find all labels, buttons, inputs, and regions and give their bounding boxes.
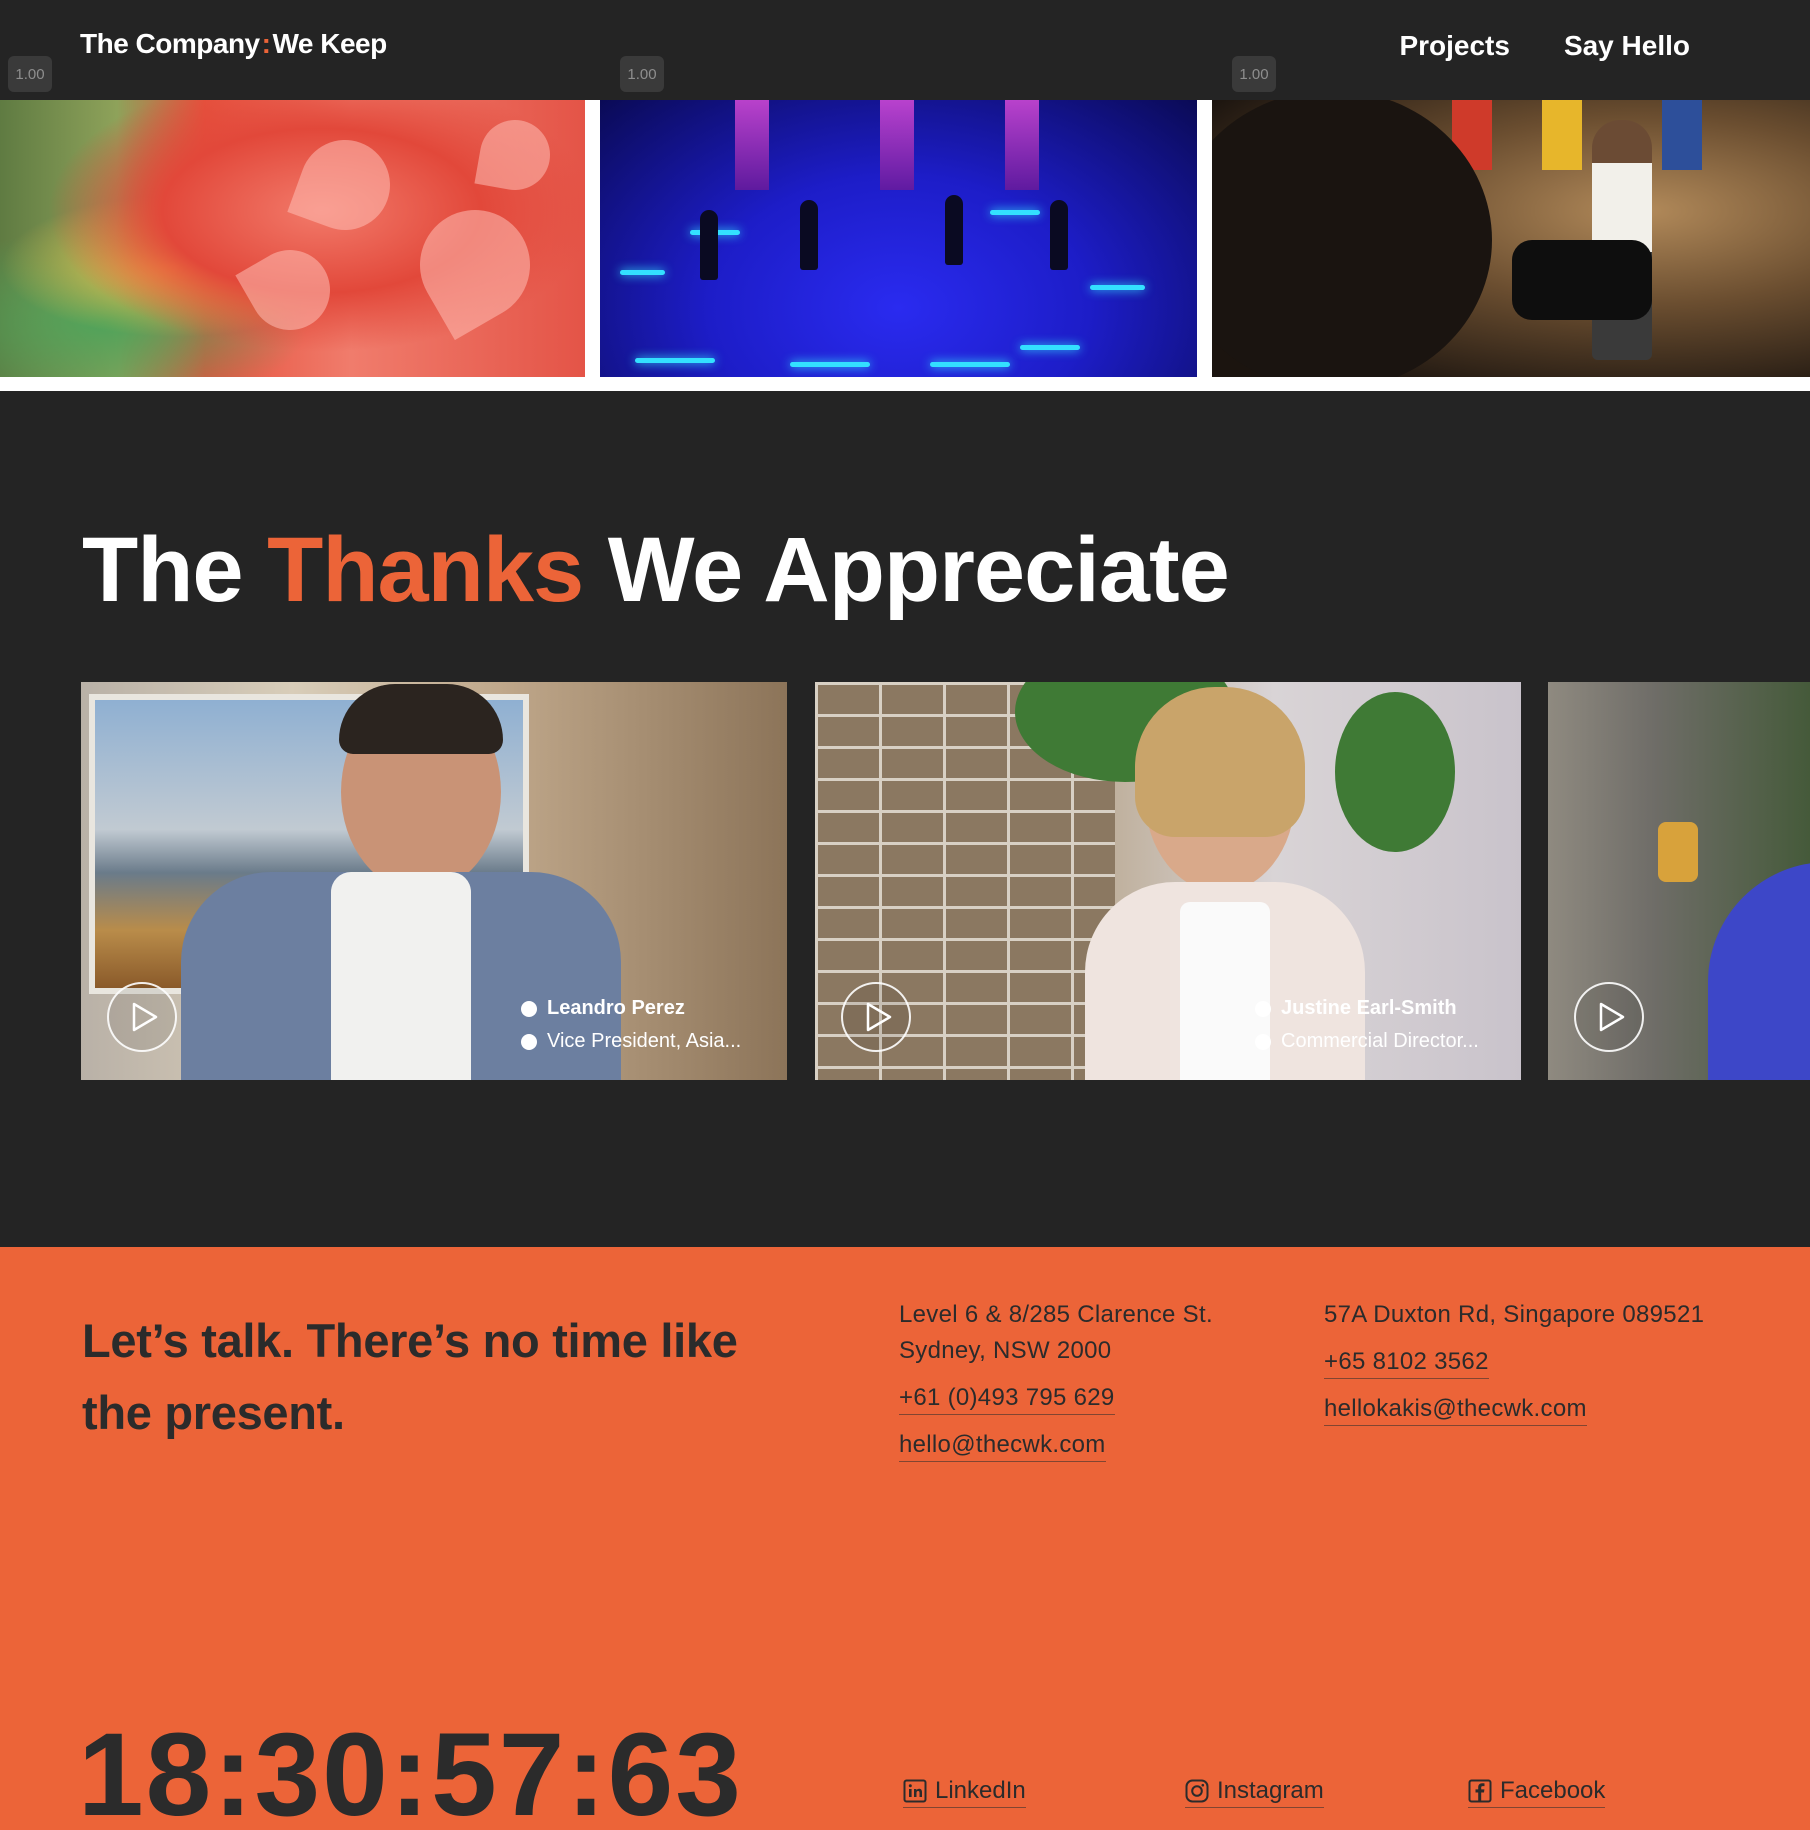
play-video-button[interactable] [107, 982, 177, 1052]
instagram-icon [1185, 1779, 1209, 1803]
office-singapore: 57A Duxton Rd, Singapore 089521 +65 8102… [1324, 1297, 1704, 1427]
testimonial-carousel[interactable]: Leandro Perez Vice President, Asia... Ju… [81, 682, 1810, 1080]
linkedin-link[interactable]: LinkedIn [903, 1775, 1026, 1808]
band-member-figure [1050, 200, 1068, 270]
logo-separator: : [261, 28, 271, 59]
petal-shape [235, 235, 345, 345]
bullet-dot [1255, 1000, 1271, 1017]
linkedin-icon [903, 1779, 927, 1803]
person-shirt [331, 872, 471, 1080]
play-video-button[interactable] [1574, 982, 1644, 1052]
playback-speed-badge: 1.00 [620, 56, 664, 92]
project-tile-video[interactable] [0, 100, 585, 377]
testimonial-name: Leandro Perez [547, 997, 685, 1019]
playback-speed-badge: 1.00 [8, 56, 52, 92]
nav-projects-link[interactable]: Projects [1399, 30, 1510, 62]
testimonial-role: Commercial Director... [1281, 1030, 1479, 1052]
singapore-phone-link[interactable]: +65 8102 3562 [1324, 1346, 1489, 1379]
play-icon [132, 1002, 157, 1032]
testimonial-role: Vice President, Asia... [547, 1030, 742, 1052]
light-beam [635, 358, 715, 363]
plant-leaves [1335, 692, 1455, 852]
play-icon [1599, 1002, 1624, 1032]
bullet-dot [521, 1000, 537, 1017]
instagram-link[interactable]: Instagram [1185, 1775, 1324, 1808]
site-logo[interactable]: The Company : We Keep [80, 28, 387, 60]
contact-tagline: Let’s talk. There’s no time like the pre… [82, 1314, 738, 1439]
sydney-email-link[interactable]: hello@thecwk.com [899, 1429, 1106, 1462]
facebook-link[interactable]: Facebook [1468, 1775, 1606, 1808]
testimonials-heading: The Thanks We Appreciate [82, 518, 1230, 623]
vase-shape [1658, 822, 1698, 882]
singapore-email-link[interactable]: hellokakis@thecwk.com [1324, 1393, 1587, 1426]
contact-footer: Let’s talk. There’s no time like the pre… [0, 1247, 1810, 1830]
band-member-figure [700, 210, 718, 280]
person-hair [1135, 687, 1305, 837]
heading-accent-word: Thanks [267, 519, 584, 621]
flag-shape [1662, 100, 1702, 170]
camera-operator-silhouette [1212, 100, 1492, 377]
office-address-line: 57A Duxton Rd, Singapore 089521 [1324, 1301, 1705, 1328]
social-label: Instagram [1217, 1777, 1324, 1804]
social-label: Facebook [1500, 1777, 1606, 1804]
band-member-figure [945, 195, 963, 265]
social-label: LinkedIn [935, 1777, 1026, 1804]
stage-panel [1005, 100, 1039, 190]
petal-shape [287, 127, 403, 243]
social-links: LinkedIn Instagram Facebook [0, 1775, 1810, 1815]
band-member-figure [800, 200, 818, 270]
testimonial-card[interactable]: Leandro Perez Vice President, Asia... [81, 682, 787, 1080]
light-beam [620, 270, 665, 275]
light-beam [790, 362, 870, 367]
flag-shape [1542, 100, 1582, 170]
light-beam [990, 210, 1040, 215]
main-nav: Projects Say Hello [1399, 30, 1690, 62]
testimonial-card[interactable] [1548, 682, 1810, 1080]
person-hair [339, 684, 503, 754]
office-sydney: Level 6 & 8/285 Clarence St. Sydney, NSW… [899, 1297, 1213, 1463]
play-video-button[interactable] [841, 982, 911, 1052]
logo-text-right: We Keep [272, 28, 387, 59]
bullet-dot [521, 1033, 537, 1050]
bullet-dot [1255, 1033, 1271, 1050]
project-tile-video[interactable] [600, 100, 1197, 377]
project-strip [0, 100, 1810, 391]
light-beam [1020, 345, 1080, 350]
light-beam [1090, 285, 1145, 290]
nav-say-hello-link[interactable]: Say Hello [1564, 30, 1690, 62]
playback-speed-badge: 1.00 [1232, 56, 1276, 92]
play-icon [866, 1002, 891, 1032]
site-header: The Company : We Keep Projects Say Hello [0, 0, 1810, 100]
logo-text-left: The Company [80, 28, 260, 59]
petal-shape [474, 114, 556, 196]
testimonial-caption: Justine Earl-Smith Commercial Director..… [1255, 992, 1479, 1058]
heading-word: The [82, 519, 244, 621]
stage-panel [735, 100, 769, 190]
project-tile-video[interactable] [1212, 100, 1810, 377]
camera-shape [1512, 240, 1652, 320]
testimonial-name: Justine Earl-Smith [1281, 997, 1457, 1019]
testimonial-caption: Leandro Perez Vice President, Asia... [521, 992, 741, 1058]
person-blazer [1708, 862, 1810, 1080]
petal-shape [399, 189, 551, 341]
light-beam [930, 362, 1010, 367]
sydney-phone-link[interactable]: +61 (0)493 795 629 [899, 1382, 1115, 1415]
stage-panel [880, 100, 914, 190]
heading-word: We Appreciate [607, 519, 1230, 621]
office-address-line: Level 6 & 8/285 Clarence St. [899, 1301, 1213, 1328]
office-address-line: Sydney, NSW 2000 [899, 1337, 1112, 1364]
testimonial-card[interactable]: Justine Earl-Smith Commercial Director..… [815, 682, 1521, 1080]
facebook-icon [1468, 1779, 1492, 1803]
